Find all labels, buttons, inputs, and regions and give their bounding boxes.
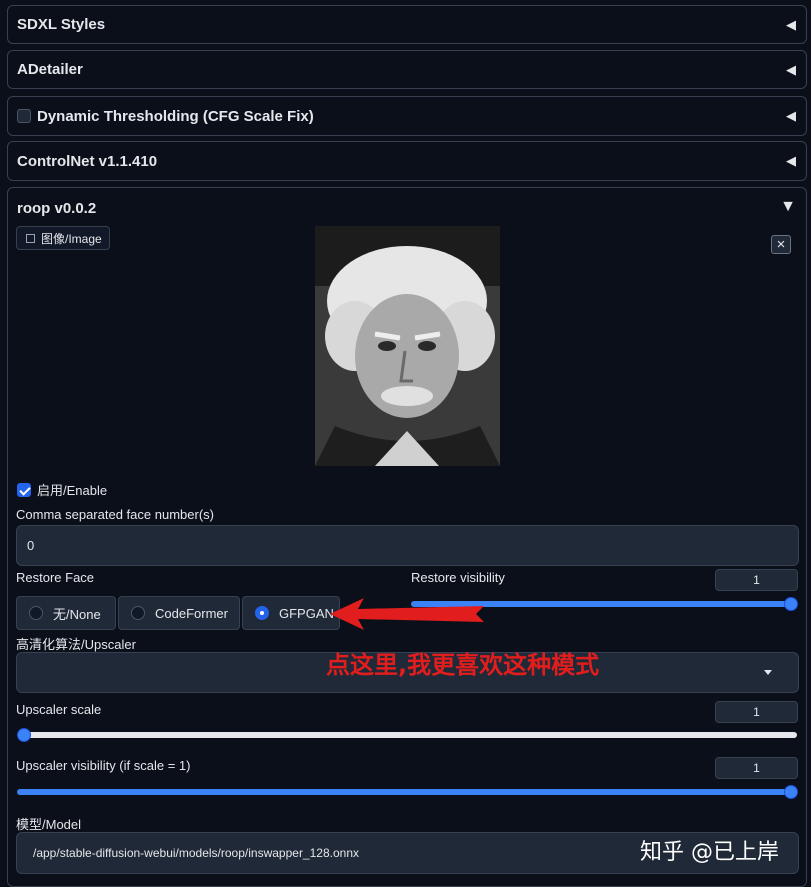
collapse-arrow-icon: ◀ — [786, 61, 796, 77]
radio-dot — [131, 606, 145, 620]
radio-dot-selected — [255, 606, 269, 620]
upscaler-scale-slider-thumb[interactable] — [17, 728, 31, 742]
face-numbers-input[interactable]: 0 — [16, 525, 799, 566]
accordion-header: Dynamic Thresholding (CFG Scale Fix) — [17, 97, 314, 135]
upscaler-scale-number[interactable]: 1 — [715, 701, 798, 723]
source-face-image[interactable] — [315, 226, 500, 466]
restore-visibility-label: Restore visibility — [411, 570, 505, 585]
restore-visibility-slider-thumb[interactable] — [784, 597, 798, 611]
accordion-title[interactable]: roop v0.0.2 — [17, 200, 96, 217]
face-numbers-label: Comma separated face number(s) — [16, 507, 214, 522]
watermark: 知乎 @已上岸 — [640, 840, 779, 865]
model-value: /app/stable-diffusion-webui/models/roop/… — [33, 846, 359, 860]
dynamic-thresholding-checkbox[interactable] — [17, 109, 31, 123]
image-icon — [26, 233, 35, 243]
collapse-arrow-icon: ◀ — [786, 108, 796, 123]
close-icon: × — [776, 236, 786, 253]
expand-arrow-icon[interactable]: ▼ — [780, 198, 796, 216]
upscaler-visibility-value: 1 — [753, 761, 760, 775]
accordion-adetailer[interactable]: ADetailer ◀ — [7, 50, 807, 89]
radio-dot — [29, 606, 43, 620]
upscaler-scale-value: 1 — [753, 705, 760, 719]
option-label: 无/None — [53, 606, 101, 622]
accordion-dynamic-thresholding[interactable]: Dynamic Thresholding (CFG Scale Fix) ◀ — [7, 96, 807, 136]
dropdown-caret-icon — [764, 670, 772, 675]
image-tab[interactable]: 图像/Image — [16, 226, 110, 250]
upscaler-label: 高清化算法/Upscaler — [16, 637, 136, 652]
option-label: CodeFormer — [155, 605, 228, 621]
enable-checkbox-row[interactable]: 启用/Enable — [17, 480, 107, 499]
enable-checkbox[interactable] — [17, 482, 31, 497]
upscaler-visibility-number[interactable]: 1 — [715, 757, 798, 779]
accordion-title: ControlNet v1.1.410 — [17, 152, 158, 170]
model-label: 模型/Model — [16, 817, 82, 832]
annotation-text: 点这里,我更喜欢这种模式 — [326, 651, 600, 679]
accordion-title: SDXL Styles — [17, 16, 106, 33]
accordion-title: Dynamic Thresholding (CFG Scale Fix) — [37, 107, 314, 125]
restore-face-label: Restore Face — [16, 570, 95, 585]
close-image-button[interactable]: × — [771, 235, 791, 254]
restore-visibility-number[interactable]: 1 — [715, 569, 798, 591]
restore-face-option-codeformer[interactable]: CodeFormer — [118, 596, 240, 630]
image-tab-label: 图像/Image — [41, 231, 102, 246]
restore-face-option-none[interactable]: 无/None — [16, 596, 116, 630]
accordion-controlnet[interactable]: ControlNet v1.1.410 ◀ — [7, 141, 807, 181]
upscaler-scale-slider[interactable] — [17, 732, 797, 738]
restore-visibility-value: 1 — [753, 573, 760, 587]
upscaler-visibility-slider-thumb[interactable] — [784, 785, 798, 799]
upscaler-visibility-slider[interactable] — [17, 789, 794, 795]
upscaler-visibility-label: Upscaler visibility (if scale = 1) — [16, 758, 191, 773]
upscaler-scale-label: Upscaler scale — [16, 702, 102, 717]
portrait-illustration — [315, 226, 500, 466]
accordion-sdxl-styles[interactable]: SDXL Styles ◀ — [7, 5, 807, 44]
collapse-arrow-icon: ◀ — [786, 153, 796, 168]
annotation-arrow — [330, 598, 484, 630]
face-numbers-value: 0 — [27, 538, 35, 553]
enable-label: 启用/Enable — [37, 483, 108, 498]
accordion-title: ADetailer — [17, 61, 83, 78]
collapse-arrow-icon: ◀ — [786, 16, 796, 32]
